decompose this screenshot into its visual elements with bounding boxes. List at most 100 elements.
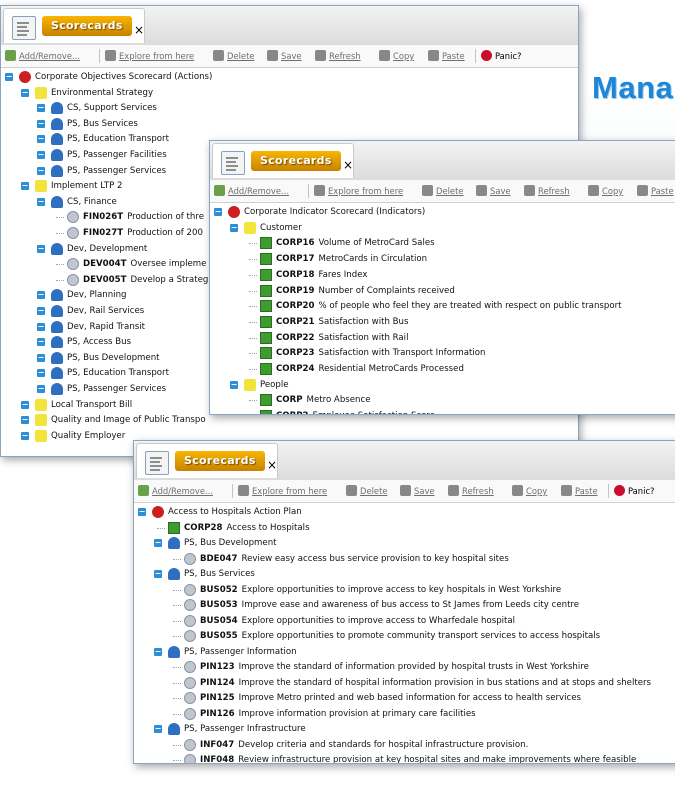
tree-node[interactable]: − Environmental Strategy xyxy=(1,86,578,101)
paste-button[interactable]: Paste xyxy=(428,50,465,62)
tree-node[interactable]: − Quality and Image of Public Transpo xyxy=(1,413,578,428)
tree-node[interactable]: INF048 Review infrastructure provision at… xyxy=(134,753,675,763)
delete-button[interactable]: Delete xyxy=(346,485,388,497)
collapse-icon[interactable]: − xyxy=(138,508,146,516)
explore-button[interactable]: Explore from here xyxy=(105,50,194,62)
collapse-icon[interactable]: − xyxy=(154,539,162,547)
collapse-icon[interactable]: − xyxy=(37,353,45,362)
copy-button[interactable]: Copy xyxy=(512,485,547,497)
tree-node[interactable]: CORP18 Fares Index xyxy=(210,268,675,283)
delete-button[interactable]: Delete xyxy=(213,50,255,62)
collapse-icon[interactable]: − xyxy=(154,570,162,578)
collapse-icon[interactable]: − xyxy=(21,182,29,191)
refresh-button[interactable]: Refresh xyxy=(315,50,361,62)
tree-node[interactable]: PIN124 Improve the standard of hospital i… xyxy=(134,676,675,691)
tree-node[interactable]: − Corporate Objectives Scorecard (Actions… xyxy=(1,70,578,85)
add-remove-button[interactable]: Add/Remove... xyxy=(5,50,80,62)
collapse-icon[interactable]: − xyxy=(37,104,45,113)
tree-node[interactable]: BUS054 Explore opportunities to improve a… xyxy=(134,614,675,629)
owner-person-icon xyxy=(51,320,63,333)
tree-node[interactable]: INF047 Develop criteria and standards for… xyxy=(134,738,675,753)
refresh-button[interactable]: Refresh xyxy=(524,185,570,197)
paste-button[interactable]: Paste xyxy=(637,185,674,197)
tree-node[interactable]: CORP21 Satisfaction with Bus xyxy=(210,315,675,330)
collapse-icon[interactable]: − xyxy=(230,380,238,389)
node-code: BUS053 xyxy=(200,600,238,610)
collapse-icon[interactable]: − xyxy=(37,166,45,175)
tree-node[interactable]: CORP2 Employee Satisfaction Score xyxy=(210,409,675,414)
collapse-icon[interactable]: − xyxy=(5,73,13,81)
collapse-icon[interactable]: − xyxy=(21,400,29,409)
tree-node[interactable]: − PS, Bus Services xyxy=(1,117,578,132)
add-remove-button[interactable]: Add/Remove... xyxy=(138,485,213,497)
tab-scorecards[interactable]: Scorecards × xyxy=(136,443,278,478)
tree-node[interactable]: CORP24 Residential MetroCards Processed xyxy=(210,362,675,377)
close-icon[interactable]: × xyxy=(267,458,277,472)
tree-node[interactable]: − PS, Passenger Infrastructure xyxy=(134,722,675,737)
collapse-icon[interactable]: − xyxy=(37,307,45,315)
tree-node[interactable]: PIN123 Improve the standard of informatio… xyxy=(134,660,675,675)
node-title: Develop a Strateg xyxy=(130,274,209,285)
tree-node[interactable]: CORP22 Satisfaction with Rail xyxy=(210,331,675,346)
collapse-icon[interactable]: − xyxy=(37,369,45,378)
collapse-icon[interactable]: − xyxy=(37,322,45,331)
tree-node[interactable]: CORP17 MetroCards in Circulation xyxy=(210,252,675,267)
explore-button[interactable]: Explore from here xyxy=(314,185,403,197)
tree-node[interactable]: BUS053 Improve ease and awareness of bus … xyxy=(134,598,675,613)
tree-node[interactable]: CORP23 Satisfaction with Transport Inform… xyxy=(210,346,675,361)
collapse-icon[interactable]: − xyxy=(21,416,29,425)
save-button[interactable]: Save xyxy=(476,185,511,197)
copy-button[interactable]: Copy xyxy=(379,50,414,62)
close-icon[interactable]: × xyxy=(134,23,144,37)
collapse-icon[interactable]: − xyxy=(37,244,45,253)
panic-button[interactable]: Panic? xyxy=(614,485,655,497)
tree-node[interactable]: BUS055 Explore opportunities to promote c… xyxy=(134,629,675,644)
tree-node[interactable]: PIN125 Improve Metro printed and web base… xyxy=(134,691,675,706)
collapse-icon[interactable]: − xyxy=(37,385,45,393)
floppy-icon xyxy=(267,50,278,61)
delete-button[interactable]: Delete xyxy=(422,185,464,197)
tree-node[interactable]: − PS, Bus Services xyxy=(134,567,675,582)
collapse-icon[interactable]: − xyxy=(214,208,222,216)
explore-button[interactable]: Explore from here xyxy=(238,485,327,497)
close-icon[interactable]: × xyxy=(343,158,353,172)
collapse-icon[interactable]: − xyxy=(37,119,45,128)
collapse-icon[interactable]: − xyxy=(37,135,45,144)
tree-node[interactable]: − PS, Bus Development xyxy=(134,536,675,551)
tree-node[interactable]: − Corporate Indicator Scorecard (Indicato… xyxy=(210,205,675,220)
tree-node[interactable]: − Access to Hospitals Action Plan xyxy=(134,505,675,520)
save-button[interactable]: Save xyxy=(400,485,435,497)
tab-scorecards[interactable]: Scorecards × xyxy=(3,8,145,43)
tree-node[interactable]: BDE047 Review easy access bus service pro… xyxy=(134,552,675,567)
tree-node[interactable]: − Customer xyxy=(210,221,675,236)
collapse-icon[interactable]: − xyxy=(21,88,29,97)
save-button[interactable]: Save xyxy=(267,50,302,62)
collapse-icon[interactable]: − xyxy=(37,291,45,300)
collapse-icon[interactable]: − xyxy=(37,151,45,159)
collapse-icon[interactable]: − xyxy=(154,725,162,733)
tree-node[interactable]: CORP28 Access to Hospitals xyxy=(134,521,675,536)
tree-node[interactable]: BUS052 Explore opportunities to improve a… xyxy=(134,583,675,598)
add-remove-button[interactable]: Add/Remove... xyxy=(214,185,289,197)
tree-node[interactable]: CORP Metro Absence xyxy=(210,393,675,408)
tab-scorecards[interactable]: Scorecards × xyxy=(212,143,354,178)
panic-button[interactable]: Panic? xyxy=(481,50,522,62)
collapse-icon[interactable]: − xyxy=(230,223,238,232)
indicator-chart-icon xyxy=(260,315,272,328)
tree-node[interactable]: CORP16 Volume of MetroCard Sales xyxy=(210,236,675,251)
collapse-icon[interactable]: − xyxy=(37,197,45,206)
collapse-icon[interactable]: − xyxy=(154,647,162,656)
tree-node[interactable]: − PS, Passenger Information xyxy=(134,645,675,660)
refresh-button[interactable]: Refresh xyxy=(448,485,494,497)
tree-node[interactable]: CORP20% of people who feel they are trea… xyxy=(210,299,675,314)
tree-node[interactable]: CORP19 Number of Complaints received xyxy=(210,284,675,299)
copy-button[interactable]: Copy xyxy=(588,185,623,197)
tree-node-label: Implement LTP 2 xyxy=(51,179,122,194)
tree-node[interactable]: − People xyxy=(210,378,675,393)
tree-node[interactable]: PIN126 Improve information provision at p… xyxy=(134,707,675,722)
scorecard-icon xyxy=(228,206,240,218)
paste-button[interactable]: Paste xyxy=(561,485,598,497)
collapse-icon[interactable]: − xyxy=(37,338,45,347)
tree-node[interactable]: − CS, Support Services xyxy=(1,101,578,116)
collapse-icon[interactable]: − xyxy=(21,431,29,440)
